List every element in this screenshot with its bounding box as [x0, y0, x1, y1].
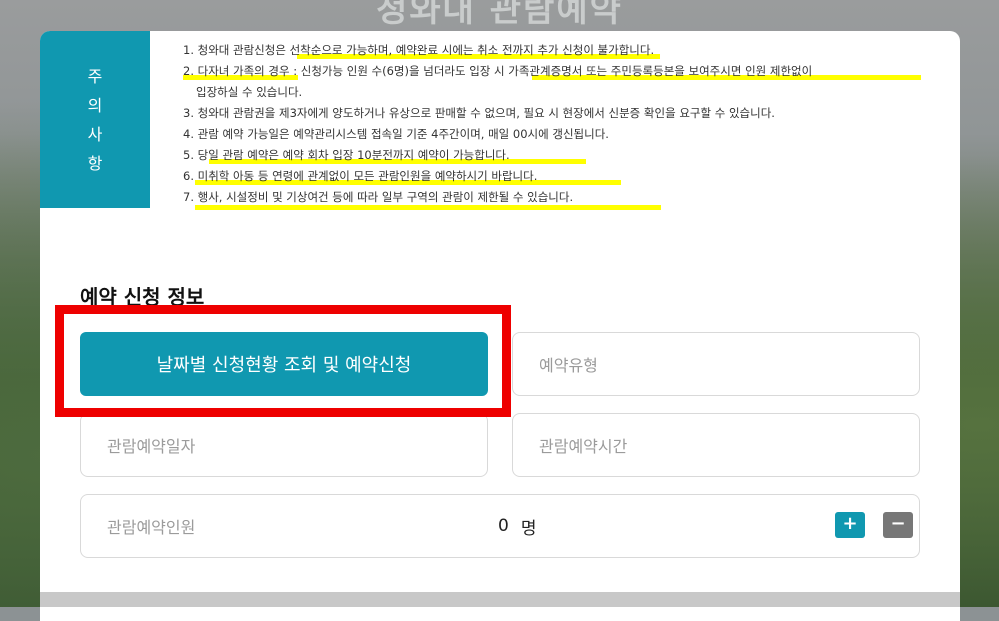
notice-tab-char: 사: [87, 124, 103, 144]
notice-tab: 주 의 사 항: [40, 31, 150, 208]
visitor-count-unit: 명: [520, 518, 537, 539]
increase-visitors-button[interactable]: +: [835, 512, 865, 538]
notice-item-continuation: 입장하실 수 있습니다.: [196, 85, 303, 99]
visitor-count-value: 0: [498, 516, 509, 536]
notice-tab-char: 항: [87, 153, 103, 173]
notice-item: 2. 다자녀 가족의 경우 : 신청가능 인원 수(6명)을 넘더라도 입장 시…: [183, 61, 953, 82]
decrease-visitors-button[interactable]: −: [883, 512, 913, 538]
notice-item: 1. 청와대 관람신청은 선착순으로 가능하며, 예약완료 시에는 취소 전까지…: [183, 40, 953, 61]
section-title: 예약 신청 정보: [80, 285, 205, 309]
visitor-count-label: 관람예약인원: [107, 518, 196, 537]
notice-item: 5. 당일 관람 예약은 예약 회차 입장 10분전까지 예약이 가능합니다.: [183, 145, 953, 166]
reservation-type-select[interactable]: 예약유형: [512, 332, 920, 396]
check-availability-button[interactable]: 날짜별 신청현황 조회 및 예약신청: [80, 332, 488, 396]
visitor-count-display: 0 명: [498, 495, 536, 557]
reservation-type-placeholder: 예약유형: [539, 356, 598, 375]
highlight-mark: [195, 205, 661, 210]
visit-time-placeholder: 관람예약시간: [539, 437, 628, 456]
notice-tab-char: 의: [87, 95, 103, 115]
notice-item: 3. 청와대 관람권을 제3자에게 양도하거나 유상으로 판매할 수 없으며, …: [183, 106, 775, 120]
notice-list: 1. 청와대 관람신청은 선착순으로 가능하며, 예약완료 시에는 취소 전까지…: [183, 40, 953, 210]
page-title: 청와대 관람예약: [376, 0, 623, 30]
visitor-count-field: 관람예약인원 0 명 + −: [80, 494, 920, 558]
card-footer-bar: [40, 592, 960, 607]
notice-item: 7. 행사, 시설정비 및 기상여건 등에 따라 일부 구역의 관람이 제한될 …: [183, 187, 953, 210]
notice-tab-char: 주: [87, 66, 103, 86]
reservation-card: 주 의 사 항 1. 청와대 관람신청은 선착순으로 가능하며, 예약완료 시에…: [40, 31, 960, 621]
visit-time-field[interactable]: 관람예약시간: [512, 413, 920, 477]
notice-item: 4. 관람 예약 가능일은 예약관리시스템 접속일 기준 4주간이며, 매일 0…: [183, 127, 609, 141]
notice-item: 6. 미취학 아동 등 연령에 관계없이 모든 관람인원을 예약하시기 바랍니다…: [183, 166, 953, 187]
visit-date-field[interactable]: 관람예약일자: [80, 413, 488, 477]
visit-date-placeholder: 관람예약일자: [107, 437, 196, 456]
